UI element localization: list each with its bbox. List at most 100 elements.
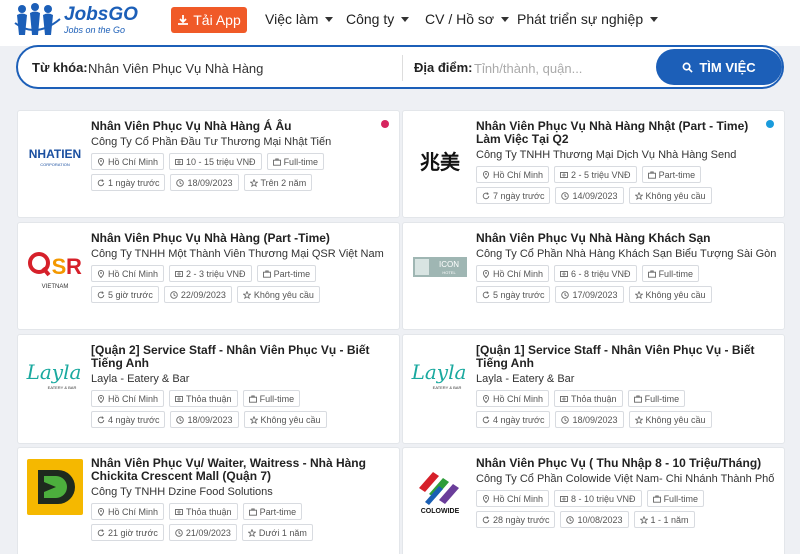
deadline-text: 14/09/2023 [572, 190, 618, 201]
salary-tag: 8 - 10 triệu VNĐ [554, 490, 642, 507]
location-pin-icon [97, 269, 105, 278]
posted-tag: 1 ngày trước [91, 174, 166, 191]
job-type-tag: Full-time [641, 265, 700, 282]
location-pin-icon [482, 394, 490, 403]
company-logo[interactable]: Layla EATERY & BAR [26, 345, 84, 403]
company-name[interactable]: Công Ty Cổ Phần Nhà Hàng Khách Sạn Biểu … [476, 248, 776, 261]
location-text: Hồ Chí Minh [108, 393, 159, 404]
salary-text: 10 - 15 triệu VNĐ [186, 156, 256, 167]
deadline-text: 10/08/2023 [577, 514, 623, 525]
nav-cv-ho-so[interactable]: CV / Hồ sơ [425, 11, 510, 27]
company-name[interactable]: Công Ty TNHH Dzine Food Solutions [91, 486, 391, 499]
posted-text: 5 ngày trước [493, 289, 545, 300]
job-type-icon [272, 158, 281, 166]
posted-time-icon [97, 415, 105, 423]
job-tags-row: Hồ Chí Minh 2 - 5 triệu VNĐ Part-time [476, 166, 702, 183]
job-type-text: Part-time [273, 268, 311, 279]
svg-text:CORPORATION: CORPORATION [40, 162, 70, 167]
salary-tag: 10 - 15 triệu VNĐ [169, 153, 262, 170]
location-text: Hồ Chí Minh [108, 268, 159, 279]
job-title[interactable]: Nhân Viên Phục Vụ Nhà Hàng (Part -Time) [91, 232, 386, 245]
experience-text: Không yêu cầu [253, 289, 314, 300]
experience-star-icon [249, 415, 258, 424]
company-name[interactable]: Layla - Eatery & Bar [91, 373, 391, 386]
company-logo[interactable] [26, 458, 84, 516]
job-tags-row: Hồ Chí Minh Thỏa thuận Part-time [91, 503, 303, 520]
colowide-logo: COLOWIDE [419, 472, 460, 515]
nav-cong-ty[interactable]: Công ty [346, 11, 410, 27]
job-type-tag: Full-time [646, 490, 705, 507]
layla-logo: LaylaEATERY & BAR [411, 360, 466, 390]
job-card[interactable]: 兆美 Nhân Viên Phục Vụ Nhà Hàng Nhật (Part … [402, 110, 785, 218]
job-meta-row: 5 giờ trước 22/09/2023 Không yêu cầu [91, 286, 320, 303]
download-app-button[interactable]: Tải App [171, 7, 247, 33]
nav-label: CV / Hồ sơ [425, 11, 495, 27]
job-type-tag: Full-time [266, 153, 325, 170]
company-logo[interactable]: NHATIEN CORPORATION [26, 126, 84, 184]
job-type-icon [248, 508, 257, 516]
experience-text: Không yêu cầu [645, 414, 706, 425]
svg-text:兆美: 兆美 [420, 150, 461, 174]
jobsgo-logo[interactable]: JobsGO Jobs on the Go [14, 3, 138, 37]
job-title[interactable]: [Quận 1] Service Staff - Nhân Viên Phục … [476, 344, 771, 370]
keyword-input[interactable] [88, 57, 398, 79]
salary-icon [560, 495, 568, 502]
nav-viec-lam[interactable]: Việc làm [265, 11, 334, 27]
job-type-tag: Part-time [641, 166, 702, 183]
location-input[interactable] [474, 57, 654, 79]
salary-tag: Thỏa thuận [554, 390, 623, 407]
company-name[interactable]: Layla - Eatery & Bar [476, 373, 776, 386]
search-divider [402, 55, 403, 81]
job-meta-row: 7 ngày trước 14/09/2023 Không yêu cầu [476, 187, 712, 204]
job-card[interactable]: Nhân Viên Phục Vụ/ Waiter, Waitress - Nh… [17, 447, 400, 554]
job-card[interactable]: Layla EATERY & BAR [Quận 2] Service Staff … [17, 334, 400, 444]
company-logo[interactable]: ICON HOTEL [411, 238, 469, 296]
nav-phat-trien-su-nghiep[interactable]: Phát triển sự nghiệp [517, 11, 659, 27]
job-card[interactable]: S R VIETNAM Nhân Viên Phục Vụ Nhà Hàng (Par… [17, 222, 400, 330]
chevron-down-icon [401, 16, 410, 22]
svg-text:ICON: ICON [439, 260, 459, 269]
experience-tag: 1 - 1 năm [633, 511, 695, 528]
svg-text:R: R [66, 254, 82, 279]
svg-text:S: S [52, 254, 67, 279]
company-logo[interactable]: COLOWIDE [411, 458, 469, 516]
job-meta-row: 4 ngày trước 18/09/2023 Không yêu cầu [476, 411, 712, 428]
job-title[interactable]: Nhân Viên Phục Vụ/ Waiter, Waitress - Nh… [91, 457, 386, 483]
job-tags-row: Hồ Chí Minh Thỏa thuận Full-time [476, 390, 686, 407]
job-card[interactable]: Layla EATERY & BAR [Quận 1] Service Staff … [402, 334, 785, 444]
posted-text: 1 ngày trước [108, 177, 160, 188]
chevron-down-icon [650, 16, 659, 22]
company-name[interactable]: Công Ty TNHH Thương Mại Dịch Vụ Nhà Hàng… [476, 149, 776, 162]
top-navbar: JobsGO Jobs on the Go Tải App Việc làm C… [0, 0, 800, 46]
experience-tag: Không yêu cầu [236, 286, 320, 303]
company-name[interactable]: Công Ty TNHH Một Thành Viên Thương Mại Q… [91, 248, 391, 261]
company-logo[interactable]: S R VIETNAM [26, 238, 84, 296]
job-card[interactable]: ICON HOTEL Nhân Viên Phục Vụ Nhà Hàng Khác… [402, 222, 785, 330]
job-title[interactable]: Nhân Viên Phục Vụ ( Thu Nhập 8 - 10 Triệ… [476, 457, 771, 470]
company-name[interactable]: Công Ty Cổ Phần Đầu Tư Thương Mại Nhật T… [91, 136, 391, 149]
job-title[interactable]: Nhân Viên Phục Vụ Nhà Hàng Nhật (Part - … [476, 120, 771, 146]
nhattien-logo: NHATIENCORPORATION [29, 147, 81, 167]
company-logo[interactable]: Layla EATERY & BAR [411, 345, 469, 403]
job-card[interactable]: COLOWIDE Nhân Viên Phục Vụ ( Thu Nhập 8 -… [402, 447, 785, 554]
chevron-down-icon [325, 16, 334, 22]
company-name[interactable]: Công Ty Cổ Phần Colowide Việt Nam- Chi N… [476, 473, 776, 486]
job-type-icon [248, 395, 257, 403]
salary-text: Thỏa thuận [186, 506, 232, 517]
nav-label: Việc làm [265, 11, 319, 27]
posted-text: 21 giờ trước [108, 527, 158, 538]
job-title[interactable]: [Quận 2] Service Staff - Nhân Viên Phục … [91, 344, 386, 370]
experience-tag: Không yêu cầu [628, 411, 712, 428]
company-logo[interactable]: 兆美 [411, 131, 469, 189]
clock-icon [566, 515, 575, 524]
deadline-text: 21/09/2023 [185, 527, 231, 538]
salary-tag: Thỏa thuận [169, 503, 238, 520]
svg-text:EATERY & BAR: EATERY & BAR [48, 385, 77, 390]
search-button[interactable]: TÌM VIỆC [656, 49, 782, 85]
job-title[interactable]: Nhân Viên Phục Vụ Nhà Hàng Khách Sạn [476, 232, 771, 245]
salary-icon [175, 158, 183, 165]
job-meta-row: 5 ngày trước 17/09/2023 Không yêu cầu [476, 286, 712, 303]
qsr-logo: S R VIETNAM [28, 252, 82, 290]
job-card[interactable]: NHATIEN CORPORATION Nhân Viên Phục Vụ Nhà … [17, 110, 400, 218]
job-title[interactable]: Nhân Viên Phục Vụ Nhà Hàng Á Âu [91, 120, 386, 133]
